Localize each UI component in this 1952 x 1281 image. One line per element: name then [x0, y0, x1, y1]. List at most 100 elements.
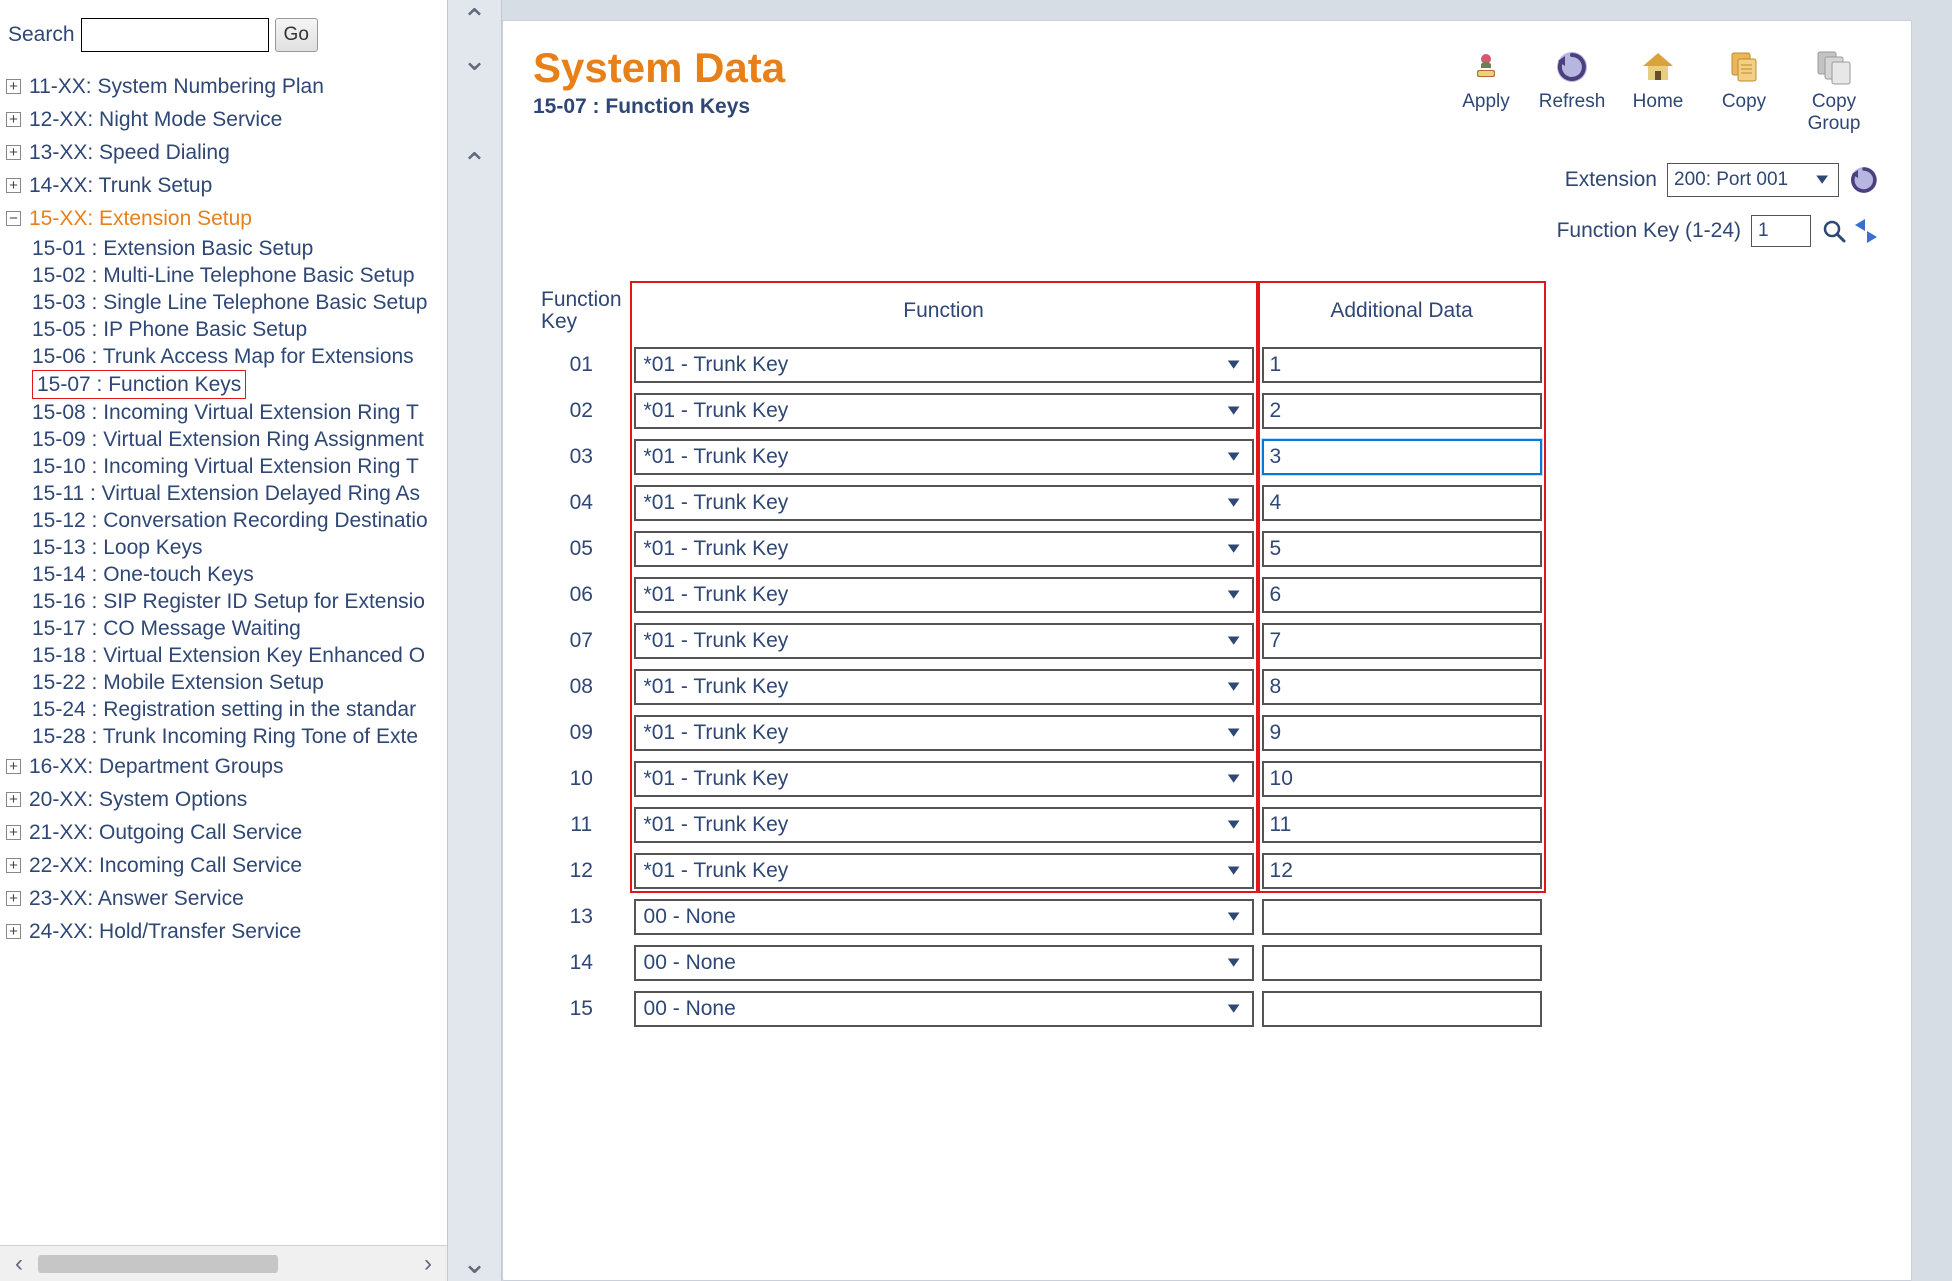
additional-data-input[interactable]: [1262, 853, 1542, 889]
additional-data-input[interactable]: [1262, 761, 1542, 797]
nav-item[interactable]: 15-07 : Function Keys: [32, 370, 246, 399]
nav-item[interactable]: 15-08 : Incoming Virtual Extension Ring …: [32, 399, 447, 426]
nav-group[interactable]: 11-XX: System Numbering Plan: [0, 70, 447, 103]
expand-icon[interactable]: [6, 924, 21, 939]
function-select[interactable]: *01 - Trunk Key▼: [634, 623, 1254, 659]
nav-group[interactable]: 22-XX: Incoming Call Service: [0, 849, 447, 882]
sidebar-hscrollbar[interactable]: ‹ ›: [0, 1245, 447, 1281]
function-select[interactable]: *01 - Trunk Key▼: [634, 669, 1254, 705]
nav-item[interactable]: 15-18 : Virtual Extension Key Enhanced O: [32, 642, 447, 669]
copy-group-button[interactable]: Copy Group: [1789, 47, 1879, 135]
additional-data-input[interactable]: [1262, 577, 1542, 613]
expand-icon[interactable]: [6, 759, 21, 774]
splitter-up-icon[interactable]: ⌃: [462, 6, 487, 36]
nav-item[interactable]: 15-28 : Trunk Incoming Ring Tone of Exte: [32, 723, 447, 750]
additional-data-input[interactable]: [1262, 669, 1542, 705]
chevron-down-icon: ▼: [1224, 357, 1244, 373]
cell-key: 02: [533, 393, 630, 429]
function-select[interactable]: *01 - Trunk Key▼: [634, 347, 1254, 383]
chevron-down-icon: ▼: [1224, 1001, 1244, 1017]
home-button[interactable]: Home: [1617, 47, 1699, 113]
nav-group[interactable]: 24-XX: Hold/Transfer Service: [0, 915, 447, 948]
table-row: 11*01 - Trunk Key▼: [533, 807, 1546, 843]
nav-group-15[interactable]: 15-XX: Extension Setup: [0, 202, 447, 235]
function-select[interactable]: 00 - None▼: [634, 991, 1254, 1027]
function-select[interactable]: *01 - Trunk Key▼: [634, 531, 1254, 567]
additional-data-input[interactable]: [1262, 715, 1542, 751]
additional-data-input[interactable]: [1262, 991, 1542, 1027]
table-row: 06*01 - Trunk Key▼: [533, 577, 1546, 613]
function-select[interactable]: *01 - Trunk Key▼: [634, 485, 1254, 521]
additional-data-input[interactable]: [1262, 347, 1542, 383]
expand-icon[interactable]: [6, 792, 21, 807]
function-select[interactable]: *01 - Trunk Key▼: [634, 761, 1254, 797]
search-go-button[interactable]: Go: [275, 18, 318, 52]
additional-data-input[interactable]: [1262, 439, 1542, 475]
hscroll-track[interactable]: [38, 1255, 409, 1273]
refresh-extension-icon[interactable]: [1849, 165, 1879, 195]
nav-item[interactable]: 15-02 : Multi-Line Telephone Basic Setup: [32, 262, 447, 289]
function-select[interactable]: *01 - Trunk Key▼: [634, 439, 1254, 475]
nav-item[interactable]: 15-09 : Virtual Extension Ring Assignmen…: [32, 426, 447, 453]
nav-group[interactable]: 16-XX: Department Groups: [0, 750, 447, 783]
additional-data-input[interactable]: [1262, 623, 1542, 659]
nav-item[interactable]: 15-17 : CO Message Waiting: [32, 615, 447, 642]
search-input[interactable]: [81, 18, 269, 52]
function-select[interactable]: *01 - Trunk Key▼: [634, 577, 1254, 613]
apply-button[interactable]: Apply: [1445, 47, 1527, 113]
expand-icon[interactable]: [6, 178, 21, 193]
expand-icon[interactable]: [6, 112, 21, 127]
nav-item[interactable]: 15-01 : Extension Basic Setup: [32, 235, 447, 262]
nav-item[interactable]: 15-24 : Registration setting in the stan…: [32, 696, 447, 723]
nav-group[interactable]: 12-XX: Night Mode Service: [0, 103, 447, 136]
additional-data-input[interactable]: [1262, 531, 1542, 567]
expand-icon[interactable]: [6, 825, 21, 840]
nav-item[interactable]: 15-11 : Virtual Extension Delayed Ring A…: [32, 480, 447, 507]
additional-data-input[interactable]: [1262, 899, 1542, 935]
nav-group-label: 22-XX: Incoming Call Service: [29, 855, 302, 876]
function-select[interactable]: 00 - None▼: [634, 899, 1254, 935]
expand-icon[interactable]: [6, 79, 21, 94]
splitter-down2-icon[interactable]: ⌃: [462, 1245, 487, 1275]
nav-group[interactable]: 20-XX: System Options: [0, 783, 447, 816]
nav-item[interactable]: 15-05 : IP Phone Basic Setup: [32, 316, 447, 343]
expand-icon[interactable]: [6, 891, 21, 906]
copy-button[interactable]: Copy: [1703, 47, 1785, 113]
function-select[interactable]: *01 - Trunk Key▼: [634, 715, 1254, 751]
collapse-icon[interactable]: [6, 211, 21, 226]
paging-nav-icon[interactable]: [1853, 218, 1879, 244]
additional-data-input[interactable]: [1262, 485, 1542, 521]
scroll-right-icon[interactable]: ›: [415, 1251, 441, 1277]
nav-item[interactable]: 15-22 : Mobile Extension Setup: [32, 669, 447, 696]
expand-icon[interactable]: [6, 145, 21, 160]
nav-item[interactable]: 15-16 : SIP Register ID Setup for Extens…: [32, 588, 447, 615]
nav-group[interactable]: 14-XX: Trunk Setup: [0, 169, 447, 202]
additional-data-input[interactable]: [1262, 945, 1542, 981]
function-key-input[interactable]: [1751, 215, 1811, 247]
extension-select[interactable]: 200: Port 001 ▼: [1667, 163, 1839, 197]
splitter-down-icon[interactable]: ⌃: [462, 42, 487, 72]
splitter-up2-icon[interactable]: ⌃: [462, 150, 487, 180]
expand-icon[interactable]: [6, 858, 21, 873]
splitter[interactable]: ⌃ ⌃ ⌃ ⌃: [447, 0, 502, 1281]
nav-item[interactable]: 15-13 : Loop Keys: [32, 534, 447, 561]
nav-item[interactable]: 15-10 : Incoming Virtual Extension Ring …: [32, 453, 447, 480]
chevron-down-icon: ▼: [1224, 495, 1244, 511]
function-select[interactable]: *01 - Trunk Key▼: [634, 807, 1254, 843]
function-select[interactable]: 00 - None▼: [634, 945, 1254, 981]
additional-data-input[interactable]: [1262, 807, 1542, 843]
function-select[interactable]: *01 - Trunk Key▼: [634, 393, 1254, 429]
nav-item[interactable]: 15-06 : Trunk Access Map for Extensions: [32, 343, 447, 370]
nav-item[interactable]: 15-14 : One-touch Keys: [32, 561, 447, 588]
nav-group[interactable]: 13-XX: Speed Dialing: [0, 136, 447, 169]
nav-item[interactable]: 15-12 : Conversation Recording Destinati…: [32, 507, 447, 534]
hscroll-thumb[interactable]: [38, 1255, 278, 1273]
nav-item[interactable]: 15-03 : Single Line Telephone Basic Setu…: [32, 289, 447, 316]
refresh-button[interactable]: Refresh: [1531, 47, 1613, 113]
additional-data-input[interactable]: [1262, 393, 1542, 429]
scroll-left-icon[interactable]: ‹: [6, 1251, 32, 1277]
nav-group[interactable]: 21-XX: Outgoing Call Service: [0, 816, 447, 849]
search-icon[interactable]: [1821, 218, 1847, 244]
function-select[interactable]: *01 - Trunk Key▼: [634, 853, 1254, 889]
nav-group[interactable]: 23-XX: Answer Service: [0, 882, 447, 915]
